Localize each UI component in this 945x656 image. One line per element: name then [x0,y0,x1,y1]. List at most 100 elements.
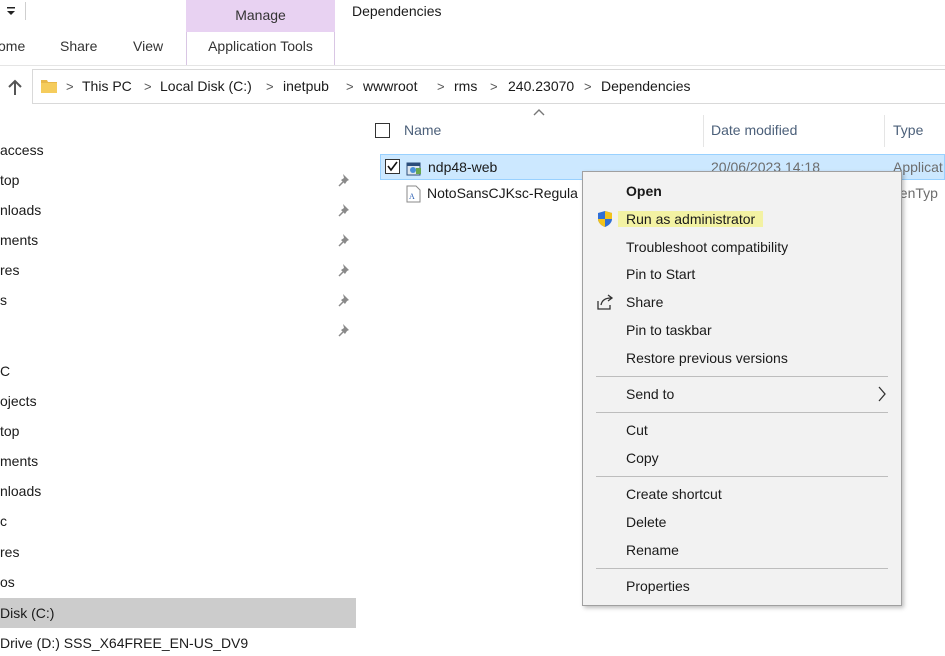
chevron-right-icon[interactable]: > [490,79,498,94]
nav-item-label: os [0,574,15,590]
nav-item-label: ments [0,232,39,248]
nav-item-documents[interactable]: ments [0,225,356,255]
nav-item-pinned-6[interactable] [0,315,356,345]
chevron-right-icon[interactable]: > [437,79,445,94]
nav-item-label: top [0,172,20,188]
breadcrumb-this-pc[interactable]: This PC [82,78,132,94]
menu-item-label: Troubleshoot compatibility [626,239,789,255]
breadcrumb-local-disk[interactable]: Local Disk (C:) [160,78,252,94]
row-checkbox[interactable] [385,159,400,174]
column-header-date-modified[interactable]: Date modified [711,122,797,138]
nav-item-local-disk[interactable]: Disk (C:) [0,598,356,628]
menu-item-pin-to-start[interactable]: Pin to Start [586,261,898,287]
nav-item-label: s [0,292,7,308]
nav-item-pictures[interactable]: res [0,255,356,285]
nav-item-label: res [0,262,20,278]
ribbon: Manage Dependencies ome Share View Appli… [0,0,945,66]
menu-item-label: Restore previous versions [626,350,788,366]
menu-item-label: Run as administrator [618,211,764,227]
file-name: ndp48-web [428,159,498,175]
menu-item-label: Pin to Start [626,266,696,282]
nav-item-pc-desktop[interactable]: top [0,416,356,446]
installer-icon [406,162,421,176]
nav-item-pc-downloads[interactable]: nloads [0,476,356,506]
menu-separator [596,376,888,377]
chevron-right-icon[interactable]: > [346,79,354,94]
pin-icon [338,324,349,337]
nav-item-dvd-drive[interactable]: Drive (D:) SSS_X64FREE_EN-US_DV9 [0,628,356,656]
chevron-right-icon[interactable]: > [144,79,152,94]
menu-item-delete[interactable]: Delete [586,509,898,535]
column-header-type[interactable]: Type [893,122,923,138]
menu-item-properties[interactable]: Properties [586,573,898,599]
breadcrumb-dependencies[interactable]: Dependencies [601,78,691,94]
menu-item-open[interactable]: Open [586,178,898,204]
nav-item-label: access [0,142,44,158]
tab-view[interactable]: View [133,38,163,54]
select-all-checkbox[interactable] [375,123,390,138]
window-title: Dependencies [352,3,442,19]
nav-item-music[interactable]: c [0,506,356,536]
file-name: NotoSansCJKsc-Regula [427,185,578,201]
quick-access-dropdown[interactable] [4,4,18,18]
uac-shield-icon [598,211,612,227]
nav-item-label: Drive (D:) SSS_X64FREE_EN-US_DV9 [0,635,249,651]
submenu-arrow-icon [878,386,886,402]
nav-item-label: ments [0,453,39,469]
nav-item-desktop[interactable]: top [0,165,356,195]
menu-item-send-to[interactable]: Send to [586,381,898,407]
pin-icon [338,264,349,277]
up-button[interactable] [6,78,24,98]
menu-item-create-shortcut[interactable]: Create shortcut [586,481,898,507]
navigation-pane: access top nloads ments res s C ojects t… [0,105,358,656]
menu-item-label: Open [626,183,662,199]
menu-item-label: Delete [626,514,667,530]
toolbar-separator [25,2,26,20]
menu-item-restore-previous-versions[interactable]: Restore previous versions [586,345,898,371]
nav-item-pc-documents[interactable]: ments [0,446,356,476]
column-header-row: Name Date modified Type [366,115,945,147]
menu-item-cut[interactable]: Cut [586,417,898,443]
column-header-name[interactable]: Name [404,122,441,138]
chevron-right-icon[interactable]: > [66,79,74,94]
menu-separator [596,412,888,413]
nav-item-quick-access[interactable]: access [0,135,356,165]
breadcrumb-version[interactable]: 240.23070 [508,78,574,94]
breadcrumb-rms[interactable]: rms [454,78,477,94]
nav-item-pinned-5[interactable]: s [0,285,356,315]
menu-item-rename[interactable]: Rename [586,537,898,563]
nav-item-videos[interactable]: os [0,567,356,597]
menu-separator [596,476,888,477]
nav-item-3d-objects[interactable]: ojects [0,386,356,416]
tab-application-tools[interactable]: Application Tools [186,32,335,66]
menu-item-share[interactable]: Share [586,289,898,315]
nav-item-downloads[interactable]: nloads [0,195,356,225]
tab-share[interactable]: Share [60,38,97,54]
nav-item-label: c [0,513,7,529]
nav-item-label: nloads [0,202,42,218]
breadcrumb-inetpub[interactable]: inetpub [283,78,329,94]
column-divider[interactable] [703,115,704,147]
menu-item-label: Send to [626,386,675,402]
tab-home[interactable]: ome [0,38,25,54]
up-arrow-icon [8,79,22,95]
address-bar[interactable]: > This PC > Local Disk (C:) > inetpub > … [32,69,945,104]
menu-item-copy[interactable]: Copy [586,445,898,471]
tab-manage[interactable]: Manage [186,0,335,32]
checkmark-icon [387,161,398,172]
menu-item-label: Properties [626,578,690,594]
breadcrumb-wwwroot[interactable]: wwwroot [363,78,417,94]
chevron-right-icon[interactable]: > [584,79,592,94]
share-icon [597,294,614,310]
menu-item-label: Rename [626,542,679,558]
menu-item-troubleshoot-compatibility[interactable]: Troubleshoot compatibility [586,234,898,260]
column-divider[interactable] [884,115,885,147]
pin-icon [338,204,349,217]
menu-item-label: Create shortcut [626,486,722,502]
menu-item-pin-to-taskbar[interactable]: Pin to taskbar [586,317,898,343]
nav-item-this-pc[interactable]: C [0,356,356,386]
nav-item-pc-pictures[interactable]: res [0,537,356,567]
nav-item-label: nloads [0,483,42,499]
chevron-right-icon[interactable]: > [266,79,274,94]
menu-item-run-as-administrator[interactable]: Run as administrator [586,206,898,232]
